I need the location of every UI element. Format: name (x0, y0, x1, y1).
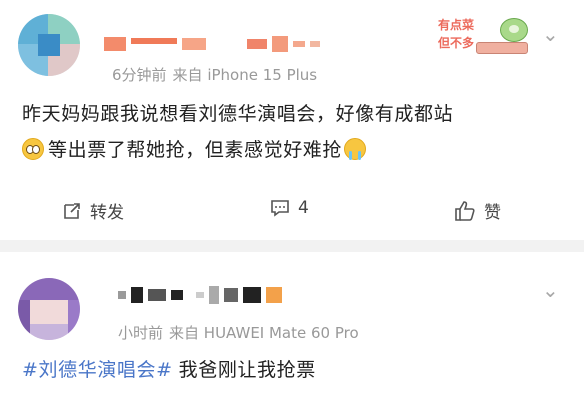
username-redacted[interactable] (118, 286, 282, 304)
post-body-line1: 昨天妈妈跟我说想看刘德华演唱会，好像有成都站 (22, 103, 454, 125)
post-source: 来自 HUAWEI Mate 60 Pro (169, 324, 359, 342)
repost-icon (64, 202, 80, 219)
pleading-face-icon (22, 138, 44, 160)
post-card-2: 小时前 来自 HUAWEI Mate 60 Pro ⌄ #刘德华演唱会# 我爸刚让我… (0, 252, 584, 400)
like-button[interactable]: 赞 (454, 198, 501, 223)
post-body-text: 我爸刚让我抢票 (178, 359, 316, 381)
post-source: 来自 iPhone 15 Plus (172, 66, 318, 84)
like-label: 赞 (484, 203, 501, 223)
comment-button[interactable]: 4 (270, 198, 309, 218)
sticker-decoration: 有点菜 但不多 (438, 14, 538, 60)
post-actions-bar: 转发 4 赞 (0, 192, 584, 228)
comment-icon (271, 200, 289, 217)
chevron-down-icon[interactable]: ⌄ (542, 22, 559, 46)
hashtag-link[interactable]: #刘德华演唱会# (22, 359, 173, 381)
chevron-down-icon[interactable]: ⌄ (542, 278, 559, 302)
crying-face-icon (344, 138, 367, 160)
avatar-blurred[interactable] (18, 14, 80, 76)
sticker-text-top: 有点菜 (438, 18, 475, 32)
cart-icon (476, 42, 528, 54)
post-body: #刘德华演唱会# 我爸刚让我抢票 (22, 352, 316, 388)
post-time: 小时前 (118, 324, 164, 342)
comment-count: 4 (298, 198, 309, 218)
post-body-line2-text: 等出票了帮她抢，但素感觉好难抢 (48, 139, 343, 161)
repost-label: 转发 (90, 203, 124, 223)
cabbage-icon (500, 18, 528, 42)
sticker-text-bottom: 但不多 (438, 36, 475, 50)
post-card-1: 6分钟前 来自 iPhone 15 Plus 有点菜 但不多 ⌄ 昨天妈妈跟我说想… (0, 0, 584, 240)
username-redacted[interactable] (104, 36, 320, 52)
thumbs-up-icon (455, 200, 475, 221)
avatar-blurred[interactable] (18, 278, 80, 340)
post-meta: 6分钟前 来自 iPhone 15 Plus (112, 64, 317, 85)
post-meta: 小时前 来自 HUAWEI Mate 60 Pro (118, 322, 359, 343)
post-time: 6分钟前 (112, 66, 167, 84)
repost-button[interactable]: 转发 (62, 198, 124, 223)
post-body-line2: 等出票了帮她抢，但素感觉好难抢 (22, 132, 367, 168)
